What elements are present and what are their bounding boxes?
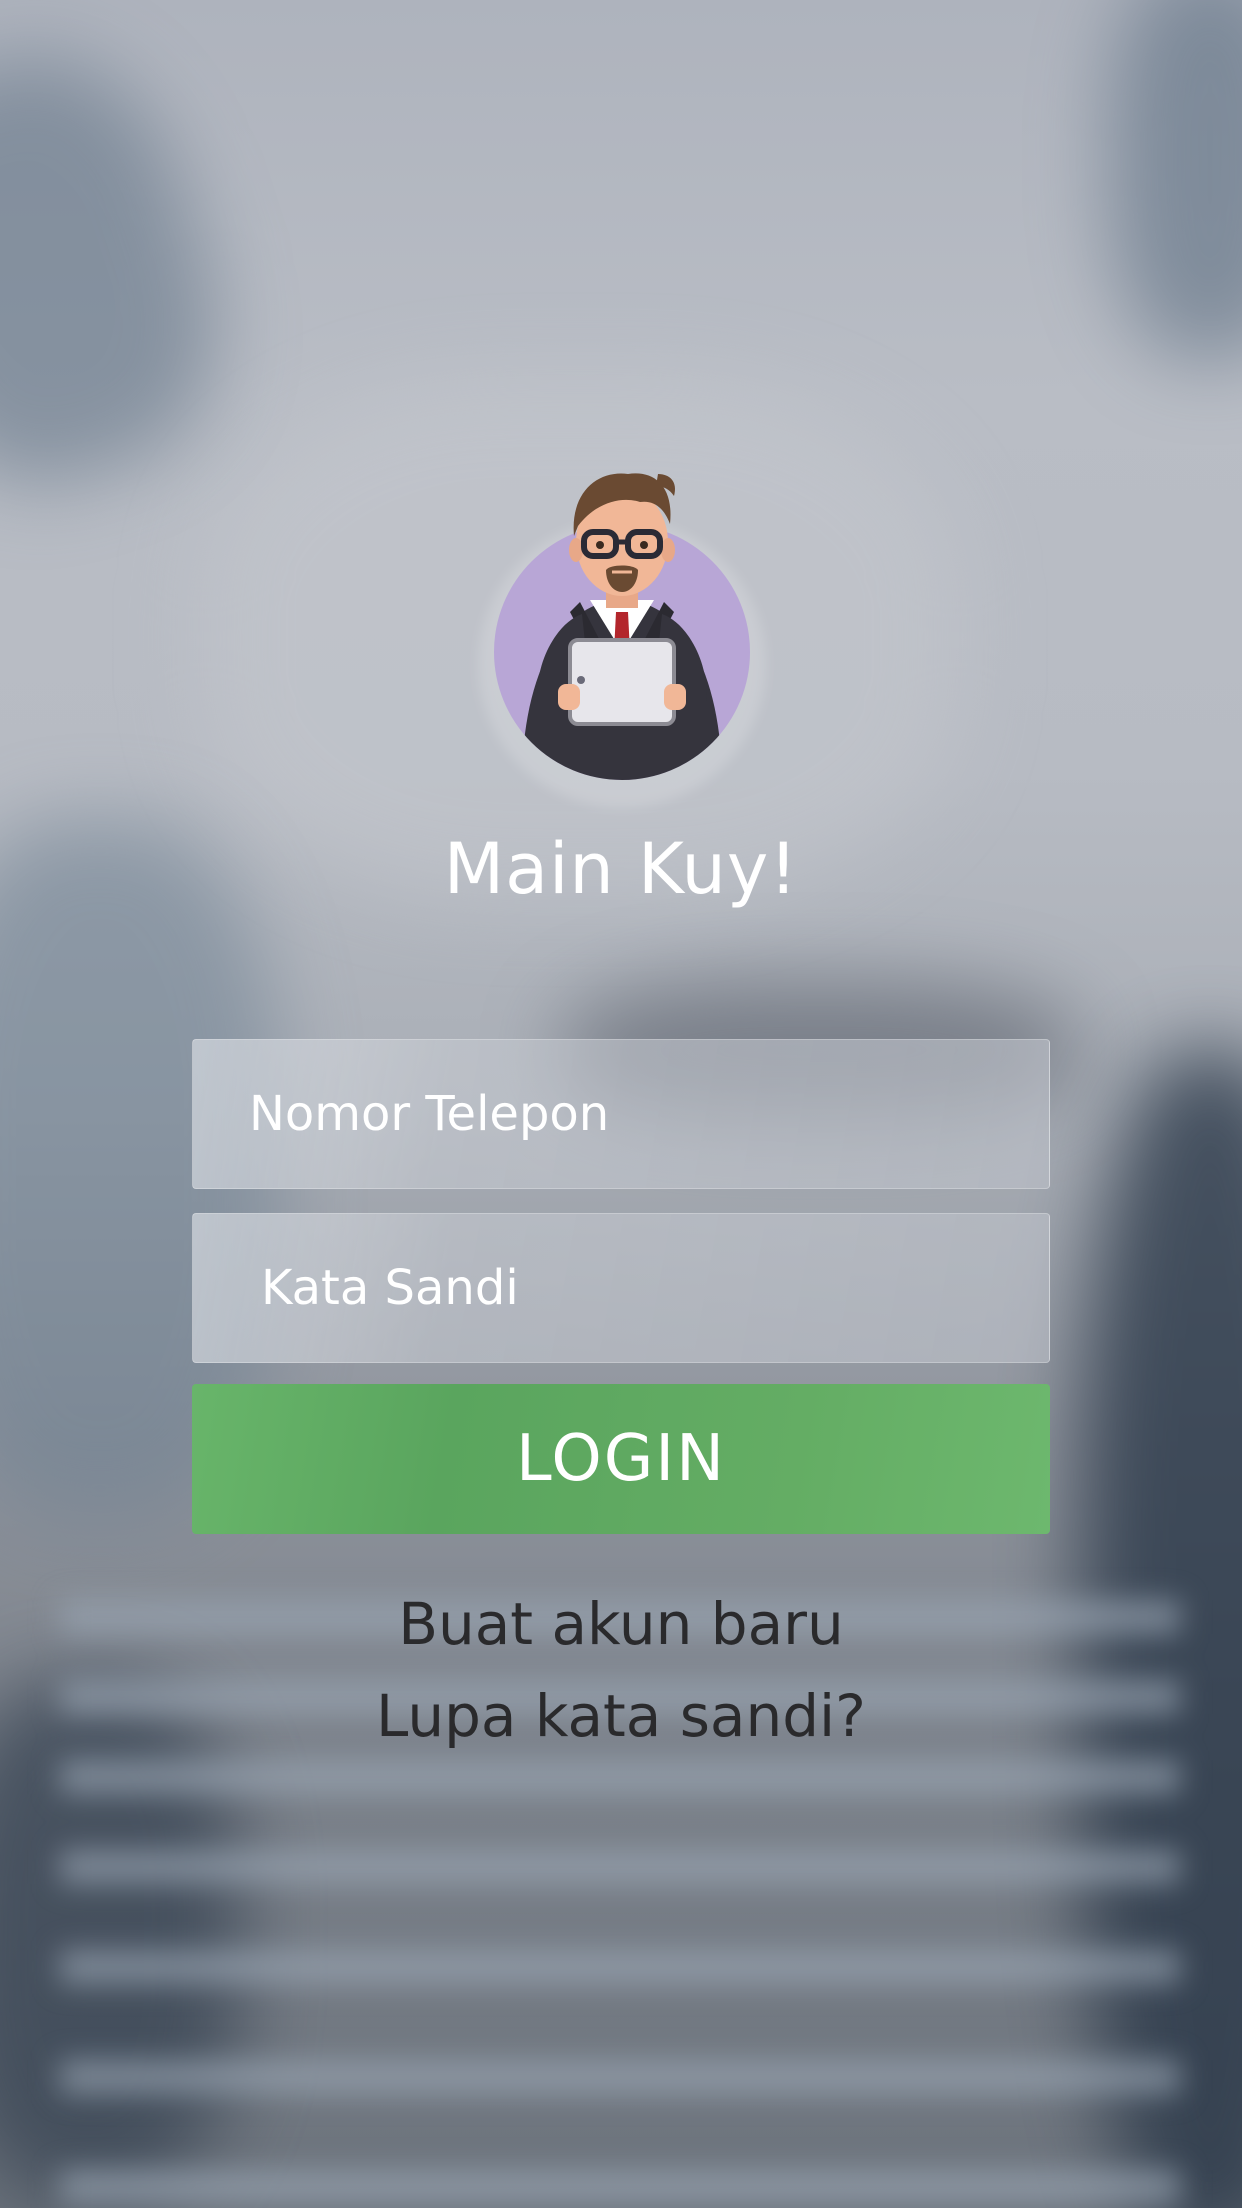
login-screen: Main Kuy! LOGIN Buat akun baru Lupa kata… — [0, 0, 1242, 2208]
businessman-with-tablet-icon — [494, 473, 750, 780]
avatar — [478, 452, 766, 812]
phone-number-input[interactable] — [249, 1086, 1049, 1142]
app-title: Main Kuy! — [443, 828, 799, 910]
password-field[interactable] — [192, 1213, 1050, 1363]
login-button[interactable]: LOGIN — [192, 1384, 1050, 1534]
forgot-password-link[interactable]: Lupa kata sandi? — [0, 1682, 1242, 1750]
password-input[interactable] — [261, 1260, 1049, 1316]
phone-number-field[interactable] — [192, 1039, 1050, 1189]
create-account-link[interactable]: Buat akun baru — [0, 1590, 1242, 1658]
